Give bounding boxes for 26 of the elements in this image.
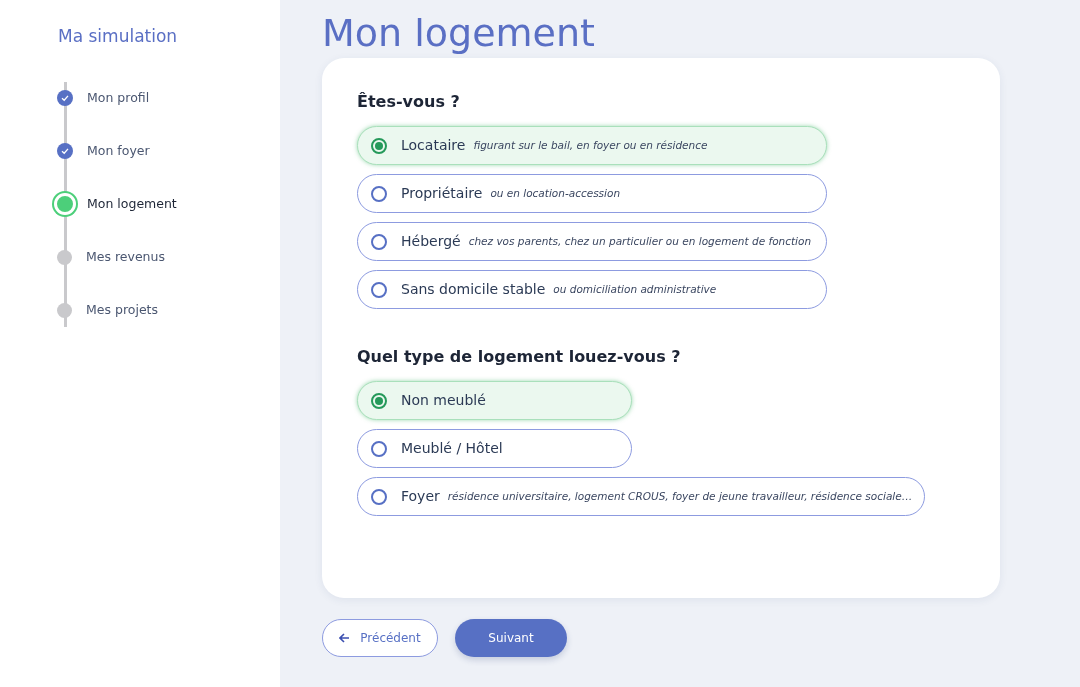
question-title: Êtes-vous ? xyxy=(357,91,461,113)
previous-button[interactable]: Précédent xyxy=(322,619,438,657)
arrow-left-icon xyxy=(339,633,351,643)
radio-icon xyxy=(371,488,387,505)
radio-option[interactable]: Sans domicile stable ou domiciliation administrative xyxy=(357,270,827,309)
sidebar-title: Ma simulation xyxy=(58,25,179,48)
question-title: Quel type de logement louez-vous ? xyxy=(357,346,682,368)
radio-icon xyxy=(371,281,387,298)
radio-icon xyxy=(371,233,387,250)
step-label[interactable]: Mon logement xyxy=(87,194,177,214)
radio-option[interactable]: Non meublé xyxy=(357,381,632,420)
radio-option[interactable]: Foyer résidence universitaire, logement CROUS, foyer de jeune travailleur, résidence sociale… xyxy=(357,477,926,516)
radio-option[interactable]: Meublé / Hôtel xyxy=(357,429,632,468)
radio-option[interactable]: Propriétaire ou en location-accession xyxy=(357,174,827,213)
radio-icon xyxy=(371,392,387,409)
radio-option[interactable]: Locataire figurant sur le bail, en foyer ou en résidence xyxy=(357,126,827,165)
radio-icon xyxy=(371,185,387,202)
radio-icon xyxy=(371,440,387,457)
step-label[interactable]: Mes projets xyxy=(86,300,158,320)
step-label[interactable]: Mes revenus xyxy=(86,247,165,267)
page-title: Mon logement xyxy=(322,14,596,52)
step-label[interactable]: Mon foyer xyxy=(87,141,150,161)
step-label[interactable]: Mon profil xyxy=(87,88,150,108)
next-button[interactable]: Suivant xyxy=(455,619,567,657)
radio-option[interactable]: Hébergé chez vos parents, chez un particulier ou en logement de fonction xyxy=(357,222,827,261)
radio-icon xyxy=(371,137,387,154)
